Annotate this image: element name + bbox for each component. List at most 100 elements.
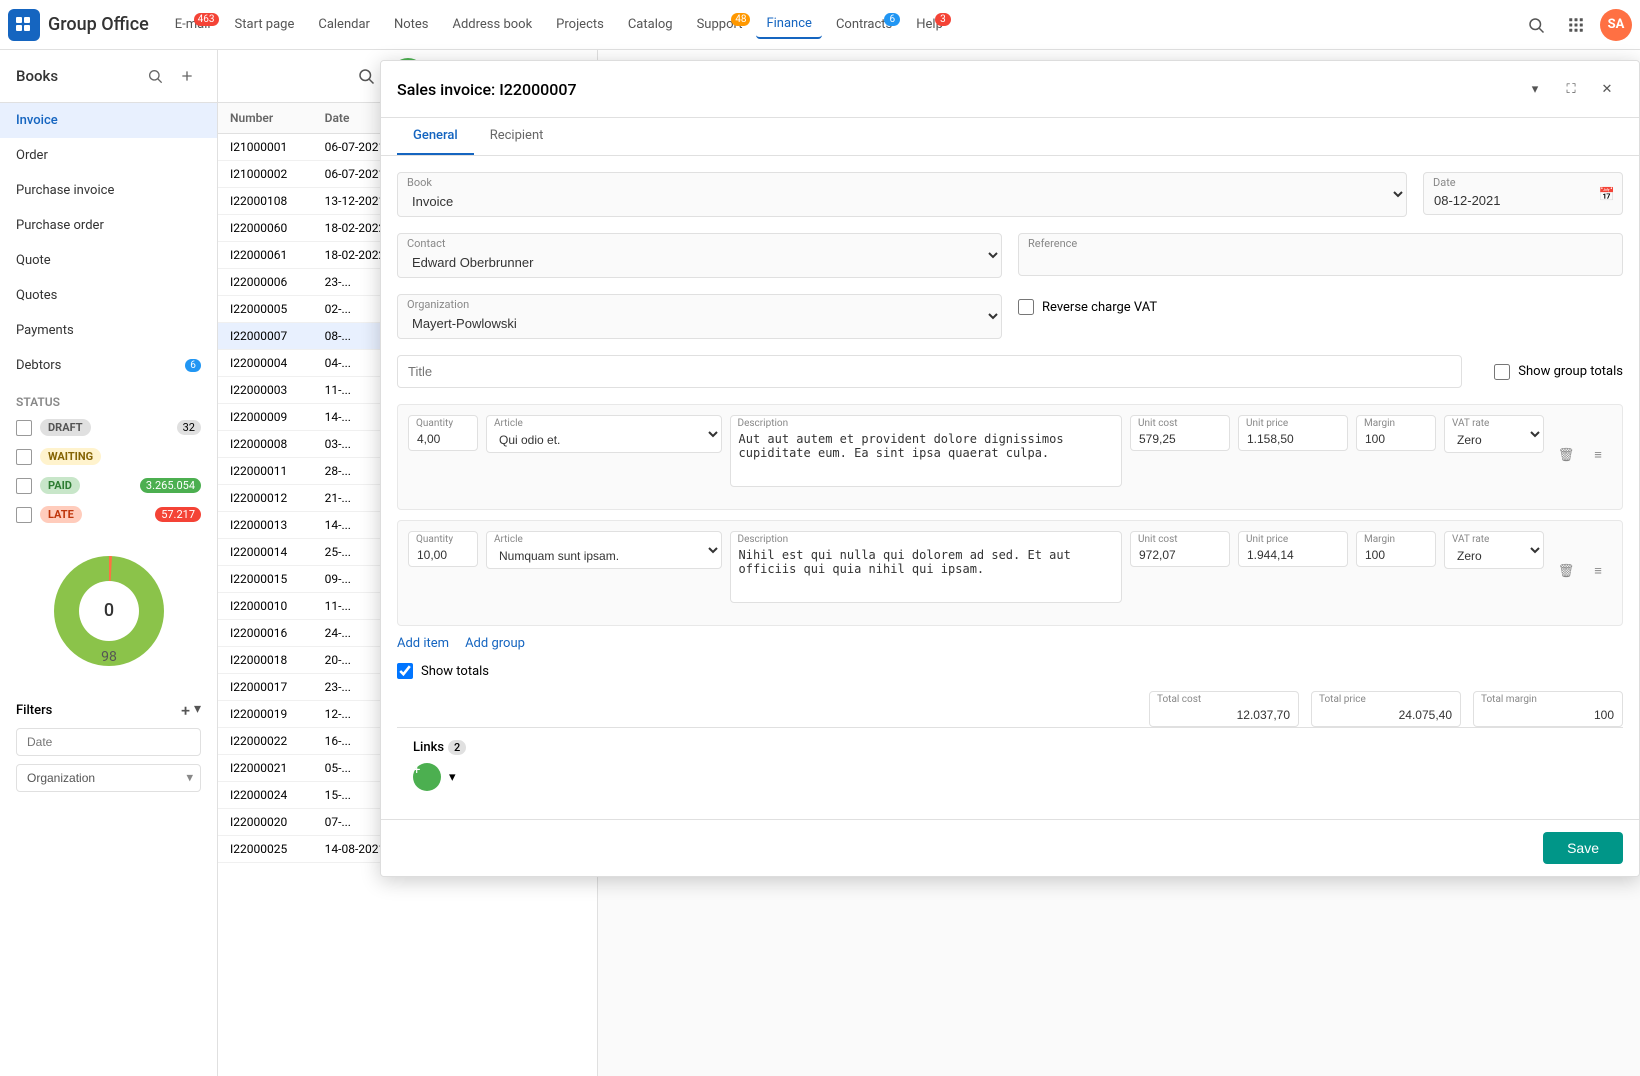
line-item-1: Quantity Article Qui odio et. Descriptio… bbox=[397, 404, 1623, 510]
org-select[interactable]: Mayert-Powlowski bbox=[397, 294, 1002, 339]
app-logo-icon bbox=[8, 9, 40, 41]
nav-contracts[interactable]: Contracts 6 bbox=[826, 11, 902, 38]
late-checkbox[interactable] bbox=[16, 507, 32, 523]
reverse-vat-checkbox[interactable] bbox=[1018, 299, 1034, 315]
modal-header-actions: ▾ ⛶ ✕ bbox=[1519, 73, 1623, 105]
filters-chevron-icon[interactable]: ▾ bbox=[194, 701, 201, 720]
form-row-contact-ref: Contact Edward Oberbrunner Reference bbox=[397, 233, 1623, 278]
item-1-move-icon[interactable]: ≡ bbox=[1584, 441, 1612, 469]
book-quotes[interactable]: Quotes bbox=[0, 278, 217, 313]
show-group-totals-label: Show group totals bbox=[1518, 364, 1623, 379]
row-number: I22000013 bbox=[230, 518, 325, 532]
draft-count: 32 bbox=[177, 420, 201, 435]
nav-startpage[interactable]: Start page bbox=[225, 11, 305, 38]
book-invoice[interactable]: Invoice bbox=[0, 103, 217, 138]
nav-help[interactable]: Help 3 bbox=[906, 11, 953, 38]
margin-field-1: Margin bbox=[1356, 415, 1436, 491]
waiting-checkbox[interactable] bbox=[16, 449, 32, 465]
item-2-delete-icon[interactable]: 🗑 bbox=[1552, 557, 1580, 585]
book-order[interactable]: Order bbox=[0, 138, 217, 173]
row-number: I22000060 bbox=[230, 221, 325, 235]
filters-add-icon[interactable]: + bbox=[181, 701, 190, 720]
links-dropdown-icon[interactable]: ▾ bbox=[449, 770, 456, 785]
unit-price-field-2: Unit price bbox=[1238, 531, 1348, 607]
nav-calendar[interactable]: Calendar bbox=[308, 11, 380, 38]
desc-textarea-2[interactable] bbox=[730, 531, 1123, 603]
book-purchase-order[interactable]: Purchase order bbox=[0, 208, 217, 243]
item-1-delete-icon[interactable]: 🗑 bbox=[1552, 441, 1580, 469]
add-item-link[interactable]: Add item bbox=[397, 636, 449, 651]
row-number: I22000020 bbox=[230, 815, 325, 829]
sidebar-search-button[interactable] bbox=[141, 62, 169, 90]
svg-text:0: 0 bbox=[103, 600, 113, 621]
reference-label: Reference bbox=[1028, 237, 1077, 250]
row-number: I22000061 bbox=[230, 248, 325, 262]
paid-checkbox[interactable] bbox=[16, 478, 32, 494]
modal-collapse-icon[interactable]: ▾ bbox=[1519, 73, 1551, 105]
save-button[interactable]: Save bbox=[1543, 832, 1623, 864]
item-2-move-icon[interactable]: ≡ bbox=[1584, 557, 1612, 585]
book-payments[interactable]: Payments bbox=[0, 313, 217, 348]
invoice-modal: Sales invoice: I22000007 ▾ ⛶ ✕ General R… bbox=[380, 60, 1640, 877]
row-number: I22000022 bbox=[230, 734, 325, 748]
modal-close-button[interactable]: ✕ bbox=[1591, 73, 1623, 105]
row-number: I22000007 bbox=[230, 329, 325, 343]
title-input[interactable] bbox=[397, 355, 1462, 388]
waiting-chip: WAITING bbox=[40, 448, 101, 465]
grid-button[interactable] bbox=[1560, 9, 1592, 41]
contracts-badge: 6 bbox=[884, 13, 900, 26]
user-avatar[interactable]: SA bbox=[1600, 9, 1632, 41]
total-cost-field: Total cost bbox=[1149, 691, 1299, 727]
row-number: I22000005 bbox=[230, 302, 325, 316]
desc-field-2: Description bbox=[730, 531, 1123, 607]
desc-textarea-1[interactable] bbox=[730, 415, 1123, 487]
late-count: 57.217 bbox=[155, 507, 201, 522]
sidebar-add-button[interactable] bbox=[173, 62, 201, 90]
nav-addressbook[interactable]: Address book bbox=[442, 11, 542, 38]
status-waiting[interactable]: WAITING bbox=[0, 442, 217, 471]
nav-catalog[interactable]: Catalog bbox=[618, 11, 683, 38]
reference-input[interactable] bbox=[1018, 233, 1623, 276]
list-search-button[interactable] bbox=[350, 60, 382, 92]
item-2-actions: 🗑 ≡ bbox=[1552, 535, 1612, 607]
unit-cost-field-2: Unit cost bbox=[1130, 531, 1230, 607]
nav-projects[interactable]: Projects bbox=[546, 11, 614, 38]
show-totals-checkbox[interactable] bbox=[397, 663, 413, 679]
status-chart: 0 98 bbox=[0, 529, 217, 693]
nav-notes[interactable]: Notes bbox=[384, 11, 439, 38]
status-draft[interactable]: DRAFT 32 bbox=[0, 413, 217, 442]
logo-area[interactable]: Group Office bbox=[8, 9, 149, 41]
nav-finance[interactable]: Finance bbox=[756, 10, 821, 39]
add-group-link[interactable]: Add group bbox=[465, 636, 525, 651]
status-paid[interactable]: PAID 3.265.054 bbox=[0, 471, 217, 500]
row-number: I22000024 bbox=[230, 788, 325, 802]
book-quote[interactable]: Quote bbox=[0, 243, 217, 278]
status-late[interactable]: LATE 57.217 bbox=[0, 500, 217, 529]
book-field: Book Invoice bbox=[397, 172, 1407, 217]
book-debtors[interactable]: Debtors 6 bbox=[0, 348, 217, 383]
draft-checkbox[interactable] bbox=[16, 420, 32, 436]
show-totals-row: Show totals bbox=[397, 663, 1623, 679]
book-select[interactable]: Invoice bbox=[397, 172, 1407, 217]
tab-general[interactable]: General bbox=[397, 118, 474, 155]
row-number: I22000019 bbox=[230, 707, 325, 721]
row-number: I22000008 bbox=[230, 437, 325, 451]
links-add-icon[interactable]: + bbox=[413, 763, 441, 791]
article-field-1: Article Qui odio et. bbox=[486, 415, 722, 491]
nav-email[interactable]: E-mail 463 bbox=[165, 11, 221, 38]
row-number: I22000017 bbox=[230, 680, 325, 694]
nav-support[interactable]: Support 48 bbox=[687, 11, 753, 38]
nav-items: E-mail 463 Start page Calendar Notes Add… bbox=[165, 10, 1520, 39]
modal-expand-icon[interactable]: ⛶ bbox=[1555, 73, 1587, 105]
date-filter-input[interactable] bbox=[16, 728, 201, 756]
show-group-totals-checkbox[interactable] bbox=[1494, 364, 1510, 380]
contact-select[interactable]: Edward Oberbrunner bbox=[397, 233, 1002, 278]
tab-recipient[interactable]: Recipient bbox=[474, 118, 560, 155]
org-filter-select[interactable]: Organization bbox=[16, 764, 201, 792]
modal-title: Sales invoice: I22000007 bbox=[397, 80, 577, 99]
unit-price-field-1: Unit price bbox=[1238, 415, 1348, 491]
search-button[interactable] bbox=[1520, 9, 1552, 41]
book-purchase-invoice[interactable]: Purchase invoice bbox=[0, 173, 217, 208]
links-header: Links 2 bbox=[413, 740, 1607, 755]
calendar-icon[interactable]: 📅 bbox=[1599, 187, 1615, 202]
